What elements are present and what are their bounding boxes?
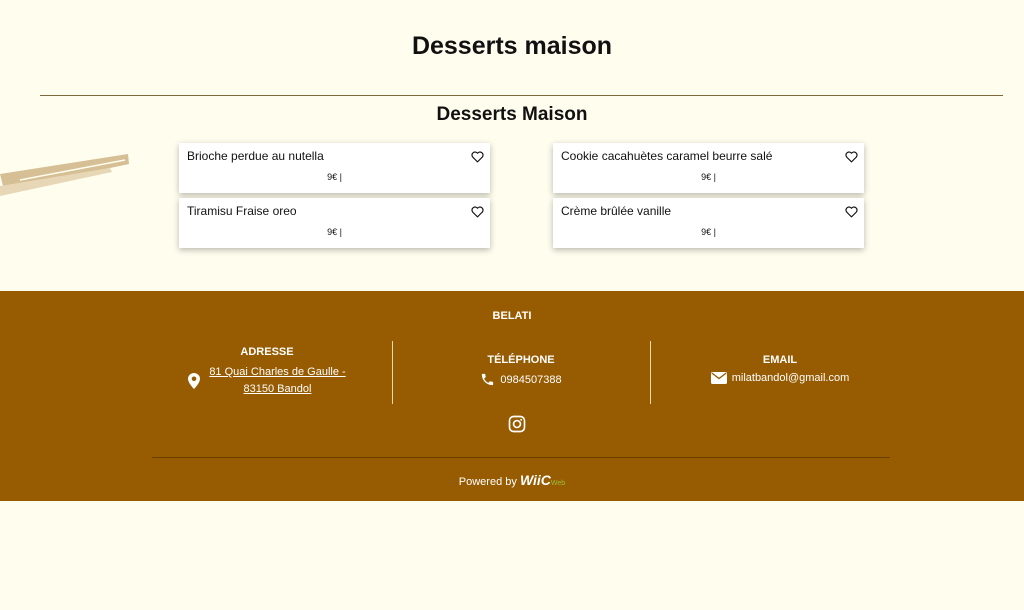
heart-icon[interactable] bbox=[471, 151, 484, 163]
section-title: Desserts Maison bbox=[436, 104, 588, 125]
column-separator bbox=[392, 341, 393, 404]
menu-item-card[interactable]: Crème brûlée vanille 9€ | bbox=[553, 198, 864, 248]
menu-item-name: Crème brûlée vanille bbox=[561, 204, 672, 218]
phone-icon bbox=[482, 373, 494, 386]
address-column: ADRESSE 81 Quai Charles de Gaulle - 8315… bbox=[182, 346, 352, 398]
menu-item-price: 9€ | bbox=[327, 172, 342, 182]
heart-icon[interactable] bbox=[845, 206, 858, 218]
powered-by-label: Powered by bbox=[458, 476, 517, 488]
top-divider bbox=[40, 95, 1003, 96]
menu-item-price: 9€ | bbox=[701, 172, 716, 182]
heart-icon[interactable] bbox=[471, 206, 484, 218]
powered-by-logo: WiiC bbox=[519, 472, 551, 488]
email-column: EMAIL milatbandol@gmail.com bbox=[690, 354, 870, 384]
email-title: EMAIL bbox=[762, 354, 798, 366]
powered-by[interactable]: Powered by WiiCWeb bbox=[0, 472, 1024, 488]
phone-title: TÉLÉPHONE bbox=[487, 354, 555, 366]
address-line1: 81 Quai Charles de Gaulle - bbox=[209, 366, 346, 378]
menu-item-price: 9€ | bbox=[327, 227, 342, 237]
menu-item-card[interactable]: Tiramisu Fraise oreo 9€ | bbox=[179, 198, 490, 248]
column-separator bbox=[650, 341, 651, 404]
menu-item-price: 9€ | bbox=[701, 227, 716, 237]
footer-brand: BELATI bbox=[492, 310, 532, 322]
menu-item-name: Brioche perdue au nutella bbox=[187, 149, 324, 163]
footer-divider bbox=[152, 457, 890, 458]
instagram-icon[interactable] bbox=[508, 415, 526, 433]
menu-item-name: Cookie cacahuètes caramel beurre salé bbox=[561, 149, 773, 163]
menu-item-card[interactable]: Cookie cacahuètes caramel beurre salé 9€… bbox=[553, 143, 864, 193]
powered-by-logo-sub: Web bbox=[550, 480, 566, 487]
heart-icon[interactable] bbox=[845, 151, 858, 163]
footer: BELATI ADRESSE 81 Quai Charles de Gaulle… bbox=[0, 291, 1024, 501]
address-line2: 83150 Bandol bbox=[243, 383, 312, 395]
envelope-icon bbox=[710, 372, 727, 384]
email-address[interactable]: milatbandol@gmail.com bbox=[732, 372, 850, 384]
map-pin-icon bbox=[188, 373, 201, 389]
address-link[interactable]: 81 Quai Charles de Gaulle - 83150 Bandol bbox=[209, 364, 345, 398]
phone-column: TÉLÉPHONE 0984507388 bbox=[440, 354, 602, 387]
menu-item-card[interactable]: Brioche perdue au nutella 9€ | bbox=[179, 143, 490, 193]
phone-number[interactable]: 0984507388 bbox=[500, 374, 561, 386]
address-title: ADRESSE bbox=[240, 346, 294, 358]
brush-stroke-decoration bbox=[0, 154, 129, 196]
menu-item-name: Tiramisu Fraise oreo bbox=[187, 204, 297, 218]
page-title: Desserts maison bbox=[411, 32, 613, 60]
